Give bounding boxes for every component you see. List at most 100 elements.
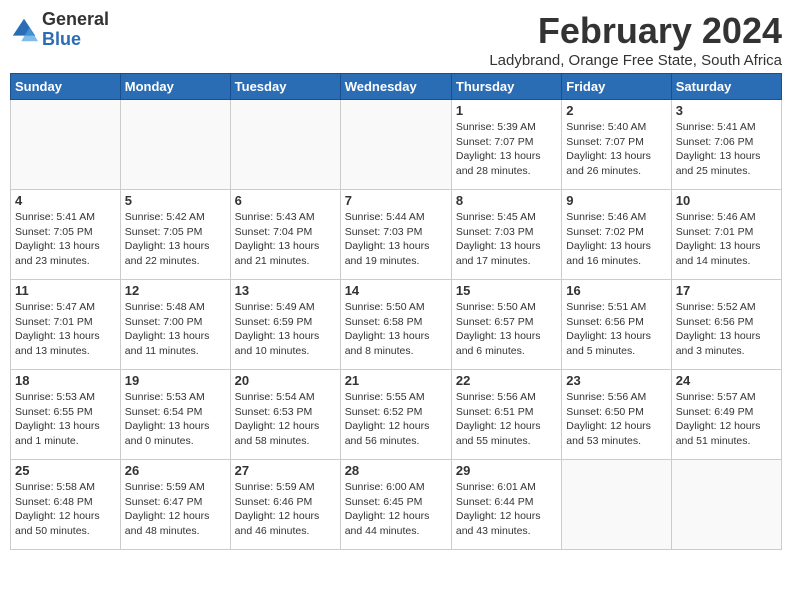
calendar-cell: 18Sunrise: 5:53 AMSunset: 6:55 PMDayligh…: [11, 370, 121, 460]
calendar-cell: 21Sunrise: 5:55 AMSunset: 6:52 PMDayligh…: [340, 370, 451, 460]
calendar-cell: 25Sunrise: 5:58 AMSunset: 6:48 PMDayligh…: [11, 460, 121, 550]
calendar-cell: 10 Sunrise: 5:46 AMSunset: 7:01 PMDayligh…: [671, 190, 781, 280]
calendar-cell: [120, 100, 230, 190]
day-number: 15: [456, 283, 557, 298]
day-number: 20: [235, 373, 336, 388]
header-sunday: Sunday: [11, 74, 121, 100]
calendar-week-row: 18Sunrise: 5:53 AMSunset: 6:55 PMDayligh…: [11, 370, 782, 460]
day-number: 14: [345, 283, 447, 298]
header-friday: Friday: [562, 74, 671, 100]
calendar-cell: [671, 460, 781, 550]
day-number: 23: [566, 373, 666, 388]
day-info: Sunrise: 5:47 AMSunset: 7:01 PMDaylight:…: [15, 300, 116, 359]
calendar-cell: 16 Sunrise: 5:51 AMSunset: 6:56 PMDayligh…: [562, 280, 671, 370]
day-info: Sunrise: 5:54 AMSunset: 6:53 PMDaylight:…: [235, 390, 336, 449]
calendar-cell: [340, 100, 451, 190]
calendar-cell: 26 Sunrise: 5:59 AMSunset: 6:47 PMDayligh…: [120, 460, 230, 550]
calendar-week-row: 1 Sunrise: 5:39 AMSunset: 7:07 PMDaylight…: [11, 100, 782, 190]
day-info: Sunrise: 5:45 AMSunset: 7:03 PMDaylight:…: [456, 210, 557, 269]
day-number: 28: [345, 463, 447, 478]
day-number: 12: [125, 283, 226, 298]
day-info: Sunrise: 5:56 AMSunset: 6:50 PMDaylight:…: [566, 390, 666, 449]
day-info: Sunrise: 5:46 AMSunset: 7:02 PMDaylight:…: [566, 210, 666, 269]
day-info: Sunrise: 5:49 AMSunset: 6:59 PMDaylight:…: [235, 300, 336, 359]
calendar-cell: 13Sunrise: 5:49 AMSunset: 6:59 PMDayligh…: [230, 280, 340, 370]
calendar-cell: 19 Sunrise: 5:53 AMSunset: 6:54 PMDayligh…: [120, 370, 230, 460]
calendar-cell: 2 Sunrise: 5:40 AMSunset: 7:07 PMDaylight…: [562, 100, 671, 190]
day-info: Sunrise: 5:56 AMSunset: 6:51 PMDaylight:…: [456, 390, 557, 449]
calendar-cell: 11 Sunrise: 5:47 AMSunset: 7:01 PMDayligh…: [11, 280, 121, 370]
logo-blue-label: Blue: [42, 30, 109, 50]
day-number: 6: [235, 193, 336, 208]
page-header: General Blue February 2024 Ladybrand, Or…: [10, 10, 782, 69]
day-info: Sunrise: 5:39 AMSunset: 7:07 PMDaylight:…: [456, 120, 557, 179]
day-number: 22: [456, 373, 557, 388]
day-number: 27: [235, 463, 336, 478]
day-info: Sunrise: 5:52 AMSunset: 6:56 PMDaylight:…: [676, 300, 777, 359]
header-wednesday: Wednesday: [340, 74, 451, 100]
calendar-cell: 20 Sunrise: 5:54 AMSunset: 6:53 PMDayligh…: [230, 370, 340, 460]
calendar-cell: 7 Sunrise: 5:44 AMSunset: 7:03 PMDaylight…: [340, 190, 451, 280]
day-number: 29: [456, 463, 557, 478]
header-tuesday: Tuesday: [230, 74, 340, 100]
calendar-cell: 23 Sunrise: 5:56 AMSunset: 6:50 PMDayligh…: [562, 370, 671, 460]
calendar-cell: [562, 460, 671, 550]
day-info: Sunrise: 5:50 AMSunset: 6:58 PMDaylight:…: [345, 300, 447, 359]
calendar-cell: 15 Sunrise: 5:50 AMSunset: 6:57 PMDayligh…: [451, 280, 561, 370]
logo-text: General Blue: [42, 10, 109, 50]
day-number: 26: [125, 463, 226, 478]
day-number: 24: [676, 373, 777, 388]
day-number: 5: [125, 193, 226, 208]
calendar-cell: 14 Sunrise: 5:50 AMSunset: 6:58 PMDayligh…: [340, 280, 451, 370]
calendar-cell: 9 Sunrise: 5:46 AMSunset: 7:02 PMDaylight…: [562, 190, 671, 280]
day-info: Sunrise: 6:00 AMSunset: 6:45 PMDaylight:…: [345, 480, 447, 539]
header-saturday: Saturday: [671, 74, 781, 100]
calendar-week-row: 11 Sunrise: 5:47 AMSunset: 7:01 PMDayligh…: [11, 280, 782, 370]
day-number: 4: [15, 193, 116, 208]
day-info: Sunrise: 5:44 AMSunset: 7:03 PMDaylight:…: [345, 210, 447, 269]
day-info: Sunrise: 5:43 AMSunset: 7:04 PMDaylight:…: [235, 210, 336, 269]
day-info: Sunrise: 5:53 AMSunset: 6:54 PMDaylight:…: [125, 390, 226, 449]
day-number: 10: [676, 193, 777, 208]
day-number: 11: [15, 283, 116, 298]
day-info: Sunrise: 6:01 AMSunset: 6:44 PMDaylight:…: [456, 480, 557, 539]
calendar-cell: 6 Sunrise: 5:43 AMSunset: 7:04 PMDaylight…: [230, 190, 340, 280]
day-number: 2: [566, 103, 666, 118]
day-number: 1: [456, 103, 557, 118]
day-info: Sunrise: 5:59 AMSunset: 6:47 PMDaylight:…: [125, 480, 226, 539]
day-number: 8: [456, 193, 557, 208]
calendar-cell: 27 Sunrise: 5:59 AMSunset: 6:46 PMDayligh…: [230, 460, 340, 550]
day-info: Sunrise: 5:51 AMSunset: 6:56 PMDaylight:…: [566, 300, 666, 359]
title-block: February 2024 Ladybrand, Orange Free Sta…: [489, 10, 782, 69]
day-info: Sunrise: 5:50 AMSunset: 6:57 PMDaylight:…: [456, 300, 557, 359]
day-number: 3: [676, 103, 777, 118]
logo-icon: [10, 16, 38, 44]
day-info: Sunrise: 5:42 AMSunset: 7:05 PMDaylight:…: [125, 210, 226, 269]
day-number: 19: [125, 373, 226, 388]
day-info: Sunrise: 5:53 AMSunset: 6:55 PMDaylight:…: [15, 390, 116, 449]
calendar-cell: 22 Sunrise: 5:56 AMSunset: 6:51 PMDayligh…: [451, 370, 561, 460]
day-number: 7: [345, 193, 447, 208]
calendar-cell: [11, 100, 121, 190]
day-info: Sunrise: 5:59 AMSunset: 6:46 PMDaylight:…: [235, 480, 336, 539]
calendar-cell: 1 Sunrise: 5:39 AMSunset: 7:07 PMDaylight…: [451, 100, 561, 190]
logo-general-label: General: [42, 10, 109, 30]
day-info: Sunrise: 5:46 AMSunset: 7:01 PMDaylight:…: [676, 210, 777, 269]
calendar-cell: 4 Sunrise: 5:41 AMSunset: 7:05 PMDaylight…: [11, 190, 121, 280]
day-number: 16: [566, 283, 666, 298]
days-header-row: SundayMondayTuesdayWednesdayThursdayFrid…: [11, 74, 782, 100]
day-info: Sunrise: 5:48 AMSunset: 7:00 PMDaylight:…: [125, 300, 226, 359]
calendar-cell: 5 Sunrise: 5:42 AMSunset: 7:05 PMDaylight…: [120, 190, 230, 280]
day-number: 9: [566, 193, 666, 208]
day-info: Sunrise: 5:55 AMSunset: 6:52 PMDaylight:…: [345, 390, 447, 449]
day-info: Sunrise: 5:41 AMSunset: 7:05 PMDaylight:…: [15, 210, 116, 269]
day-number: 17: [676, 283, 777, 298]
header-monday: Monday: [120, 74, 230, 100]
calendar-cell: 29 Sunrise: 6:01 AMSunset: 6:44 PMDayligh…: [451, 460, 561, 550]
calendar-header: SundayMondayTuesdayWednesdayThursdayFrid…: [11, 74, 782, 100]
day-info: Sunrise: 5:58 AMSunset: 6:48 PMDaylight:…: [15, 480, 116, 539]
day-info: Sunrise: 5:40 AMSunset: 7:07 PMDaylight:…: [566, 120, 666, 179]
calendar-week-row: 4 Sunrise: 5:41 AMSunset: 7:05 PMDaylight…: [11, 190, 782, 280]
header-thursday: Thursday: [451, 74, 561, 100]
calendar-title: February 2024: [489, 10, 782, 52]
